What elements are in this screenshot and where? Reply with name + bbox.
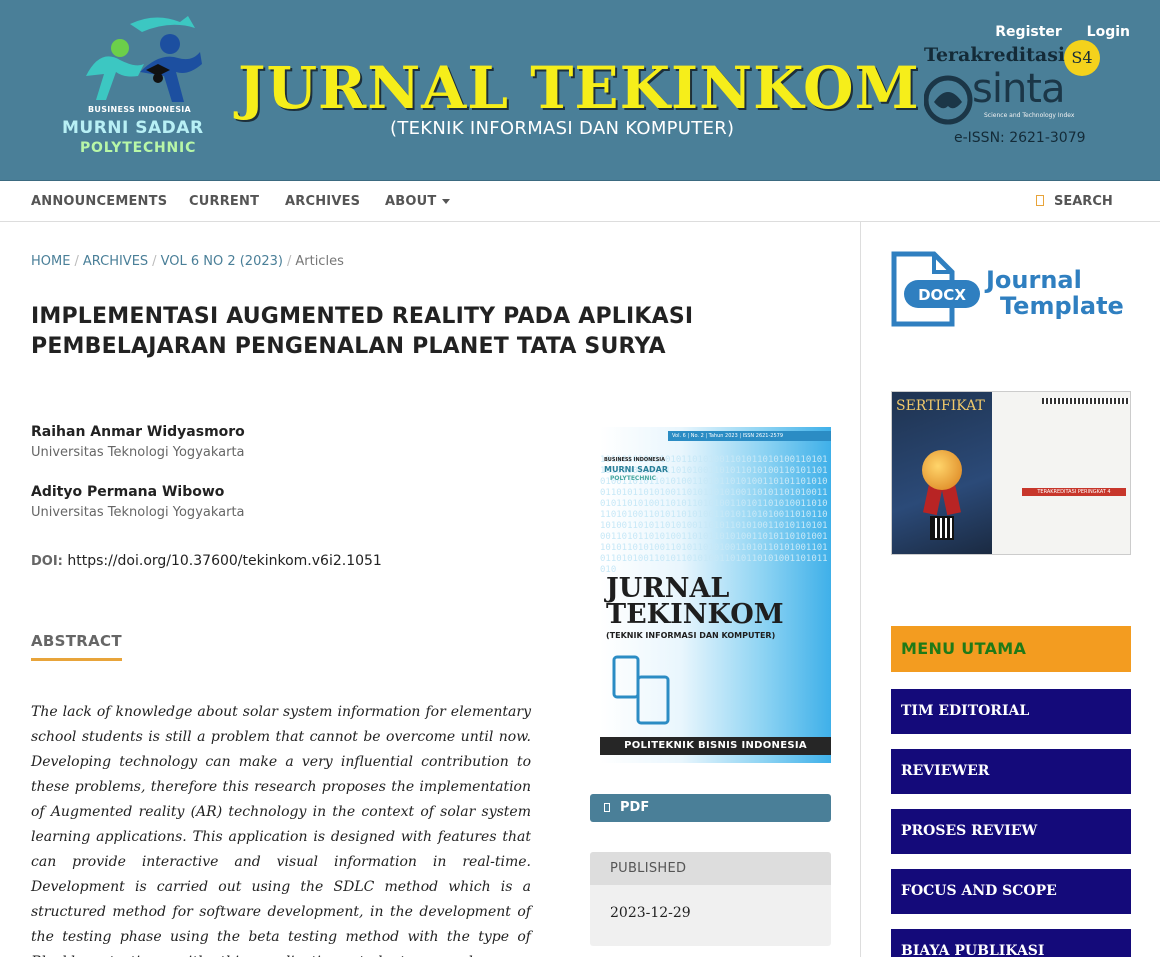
qr-code-icon xyxy=(930,516,954,540)
author-name: Adityo Permana Wibowo xyxy=(31,484,225,500)
template-line2: Template xyxy=(1000,292,1124,320)
sinta-accreditation[interactable]: Terakreditasi S4 sinta Science and Techn… xyxy=(924,40,1124,160)
published-panel: PUBLISHED 2023-12-29 xyxy=(590,852,831,946)
menu-item-publication-fee[interactable]: BIAYA PUBLIKASI xyxy=(891,929,1131,957)
breadcrumb-archives[interactable]: ARCHIVES xyxy=(83,254,148,269)
sinta-tagline: Science and Technology Index xyxy=(984,112,1075,119)
journal-subtitle: (TEKNIK INFORMASI DAN KOMPUTER) xyxy=(390,118,735,139)
devices-icon xyxy=(612,655,670,725)
cover-title-line2: TEKINKOM xyxy=(606,599,784,630)
menu-item-reviewer[interactable]: REVIEWER xyxy=(891,749,1131,794)
menu-item-editorial[interactable]: TIM EDITORIAL xyxy=(891,689,1131,734)
breadcrumb-issue[interactable]: VOL 6 NO 2 (2023) xyxy=(161,254,283,269)
issue-cover-image: 1011010100110101101010011010110101001101… xyxy=(600,427,831,763)
journal-template-banner[interactable]: DOCX Journal Template xyxy=(890,250,1135,330)
accreditation-badge: S4 xyxy=(1064,40,1100,76)
author-affiliation: Universitas Teknologi Yogyakarta xyxy=(31,445,245,460)
people-logo-icon xyxy=(86,16,202,102)
doi: DOI: https://doi.org/10.37600/tekinkom.v… xyxy=(31,553,382,569)
abstract-text: The lack of knowledge about solar system… xyxy=(31,704,531,957)
breadcrumb-section: Articles xyxy=(295,254,344,269)
nav-about[interactable]: ABOUT xyxy=(385,194,451,209)
sinta-wordmark: sinta xyxy=(972,66,1065,112)
nav-current[interactable]: CURRENT xyxy=(189,194,259,209)
cover-logo-top: BUSINESS INDONESIA xyxy=(604,457,666,463)
pdf-download-button[interactable]: PDF xyxy=(590,794,831,822)
search-icon xyxy=(1036,195,1044,206)
cover-issue-bar: Vol. 6 | No. 2 | Tahun 2023 | ISSN 2621-… xyxy=(668,431,831,441)
menu-item-review-process[interactable]: PROSES REVIEW xyxy=(891,809,1131,854)
certificate-stripe xyxy=(1042,398,1130,404)
nav-about-label: ABOUT xyxy=(385,194,437,209)
nav-archives[interactable]: ARCHIVES xyxy=(285,194,360,209)
cover-logo-main: MURNI SADAR xyxy=(604,465,669,474)
user-links: Register Login xyxy=(975,24,1130,40)
sinta-emblem-icon xyxy=(924,75,973,125)
published-label: PUBLISHED xyxy=(590,852,831,885)
abstract-heading: ABSTRACT xyxy=(31,632,122,661)
breadcrumb-home[interactable]: HOME xyxy=(31,254,70,269)
institution-line2: MURNI SADAR xyxy=(62,118,204,138)
primary-nav: ANNOUNCEMENTS CURRENT ARCHIVES ABOUT SEA… xyxy=(0,181,1160,222)
cover-publisher: POLITEKNIK BISNIS INDONESIA xyxy=(600,737,831,755)
cover-logo-sub: POLYTECHNIC xyxy=(610,475,657,482)
medal-icon xyxy=(922,450,962,490)
certificate-title: SERTIFIKAT xyxy=(896,398,985,414)
article-title: IMPLEMENTASI AUGMENTED REALITY PADA APLI… xyxy=(31,304,694,359)
eissn-label: e-ISSN: 2621-3079 xyxy=(954,130,1086,146)
site-header: BUSINESS INDONESIA MURNI SADAR POLYTECHN… xyxy=(0,0,1160,181)
breadcrumb: HOME / ARCHIVES / VOL 6 NO 2 (2023) / Articles xyxy=(31,254,344,269)
file-icon xyxy=(604,803,610,812)
template-line1: Journal xyxy=(986,266,1082,294)
breadcrumb-separator: / xyxy=(152,254,157,269)
breadcrumb-separator: / xyxy=(74,254,79,269)
search-label: SEARCH xyxy=(1054,194,1113,209)
journal-title[interactable]: JURNAL TEKINKOM xyxy=(238,54,919,122)
search-link[interactable]: SEARCH xyxy=(1036,194,1113,209)
register-link[interactable]: Register xyxy=(995,24,1062,40)
accreditation-label: Terakreditasi xyxy=(924,44,1066,66)
nav-announcements[interactable]: ANNOUNCEMENTS xyxy=(31,194,167,209)
author-name: Raihan Anmar Widyasmoro xyxy=(31,424,245,440)
certificate-accreditation: TERAKREDITASI PERINGKAT 4 xyxy=(1022,488,1126,496)
institution-logo[interactable]: BUSINESS INDONESIA MURNI SADAR POLYTECHN… xyxy=(60,14,220,164)
docx-file-icon: DOCX xyxy=(891,251,980,327)
institution-line1: BUSINESS INDONESIA xyxy=(88,105,192,114)
institution-line3: POLYTECHNIC xyxy=(80,140,197,156)
chevron-down-icon xyxy=(442,199,451,204)
menu-heading: MENU UTAMA xyxy=(891,626,1131,672)
docx-badge-text: DOCX xyxy=(918,286,966,304)
published-date: 2023-12-29 xyxy=(610,905,691,921)
main-content: HOME / ARCHIVES / VOL 6 NO 2 (2023) / Articles… xyxy=(0,222,861,957)
pdf-label: PDF xyxy=(620,800,650,815)
breadcrumb-separator: / xyxy=(286,254,292,269)
author-affiliation: Universitas Teknologi Yogyakarta xyxy=(31,505,245,520)
sidebar: DOCX Journal Template SERTIFIKAT TERAKRE… xyxy=(862,222,1160,957)
accreditation-certificate-image[interactable]: SERTIFIKAT TERAKREDITASI PERINGKAT 4 xyxy=(891,391,1131,555)
login-link[interactable]: Login xyxy=(1087,24,1130,40)
doi-label: DOI: xyxy=(31,554,63,569)
menu-item-focus-scope[interactable]: FOCUS AND SCOPE xyxy=(891,869,1131,914)
cover-subtitle: (TEKNIK INFORMASI DAN KOMPUTER) xyxy=(606,631,776,640)
doi-link[interactable]: https://doi.org/10.37600/tekinkom.v6i2.1… xyxy=(67,553,381,569)
